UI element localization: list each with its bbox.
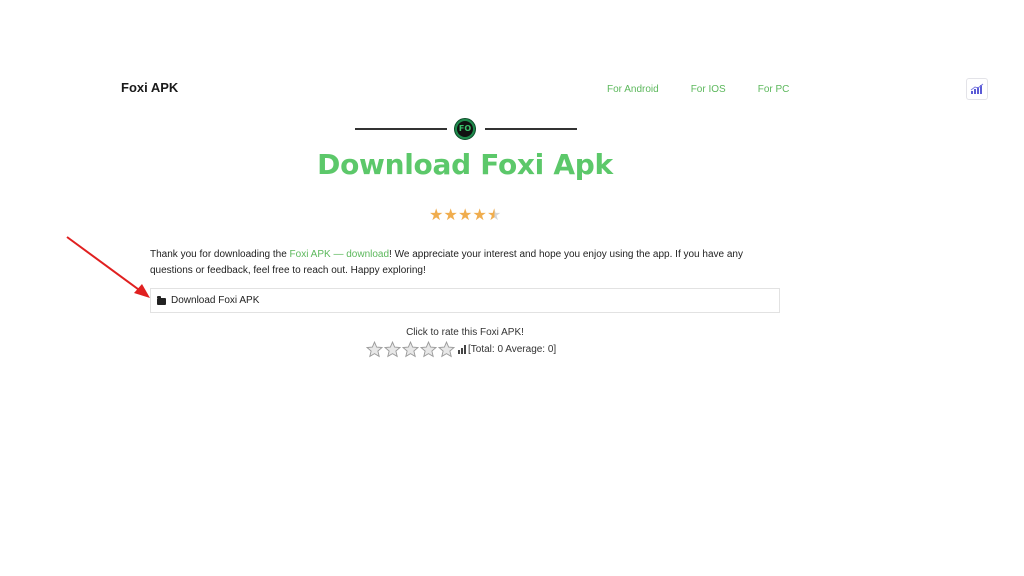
star-icon: ★ bbox=[429, 207, 444, 224]
rate-star-4-icon[interactable] bbox=[420, 341, 437, 358]
main-nav: For Android For IOS For PC bbox=[607, 84, 821, 95]
rating-stats: [Total: 0 Average: 0] bbox=[468, 344, 557, 355]
divider-line-left bbox=[355, 128, 447, 130]
star-icon: ★ bbox=[472, 207, 487, 224]
divider-line-right bbox=[485, 128, 577, 130]
nav-for-ios[interactable]: For IOS bbox=[691, 84, 726, 95]
download-foxi-apk-button[interactable]: Download Foxi APK bbox=[150, 288, 780, 313]
nav-for-pc[interactable]: For PC bbox=[758, 84, 790, 95]
brand-logo-text[interactable]: Foxi APK bbox=[121, 80, 178, 95]
chart-icon-button[interactable] bbox=[966, 78, 988, 100]
thank-you-text: Thank you for downloading the Foxi APK —… bbox=[150, 247, 780, 278]
average-rating-stars: ★ ★ ★ ★ ★ bbox=[429, 208, 502, 224]
page-title: Download Foxi Apk bbox=[317, 148, 613, 181]
nav-for-android[interactable]: For Android bbox=[607, 84, 659, 95]
chart-icon bbox=[970, 83, 984, 94]
bar-chart-icon bbox=[458, 345, 467, 354]
star-icon: ★ bbox=[443, 207, 458, 224]
folder-icon bbox=[157, 295, 166, 305]
foxi-apk-download-link[interactable]: Foxi APK — download bbox=[290, 249, 390, 260]
star-icon: ★ bbox=[458, 207, 473, 224]
rate-star-3-icon[interactable] bbox=[402, 341, 419, 358]
rate-widget: [Total: 0 Average: 0] bbox=[366, 341, 556, 358]
desc-text-start: Thank you for downloading the bbox=[150, 249, 290, 260]
download-label: Download Foxi APK bbox=[171, 295, 260, 306]
logo-text: FO bbox=[457, 121, 473, 137]
rate-star-5-icon[interactable] bbox=[438, 341, 455, 358]
rate-star-2-icon[interactable] bbox=[384, 341, 401, 358]
title-divider: FO bbox=[355, 118, 577, 140]
rate-star-1-icon[interactable] bbox=[366, 341, 383, 358]
rate-prompt: Click to rate this Foxi APK! bbox=[406, 327, 524, 338]
half-star-icon: ★ bbox=[487, 207, 502, 224]
annotation-arrow-icon bbox=[66, 236, 150, 298]
foxi-logo-icon: FO bbox=[454, 118, 476, 140]
